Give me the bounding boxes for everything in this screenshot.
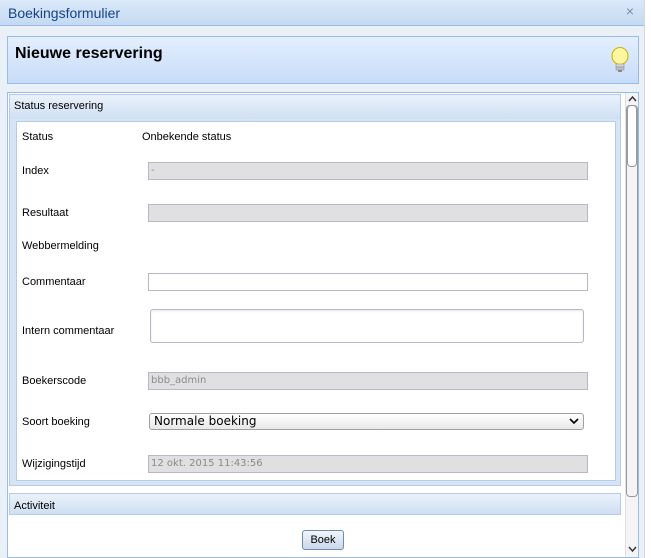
activiteit-fieldset-header[interactable]: Activiteit <box>9 493 621 515</box>
commentaar-label: Commentaar <box>22 276 86 288</box>
status-value: Onbekende status <box>142 131 232 143</box>
vertical-scrollbar[interactable] <box>625 93 638 557</box>
form-header: Nieuwe reservering <box>7 36 639 84</box>
lightbulb-icon[interactable] <box>610 47 630 75</box>
status-fieldset-body: Status Onbekende status Index - Resultaa… <box>16 121 616 481</box>
index-field[interactable]: - <box>148 162 588 180</box>
form-content: Status reservering Status Onbekende stat… <box>7 92 639 558</box>
window-titlebar: Boekingsformulier × <box>0 0 644 26</box>
status-fieldset: Status reservering Status Onbekende stat… <box>9 94 621 486</box>
scroll-thumb[interactable] <box>627 105 637 167</box>
boekerscode-field[interactable]: bbb_admin <box>148 372 588 390</box>
index-label: Index <box>22 165 49 177</box>
boek-button[interactable]: Boek <box>302 530 344 550</box>
soort-boeking-select[interactable]: Normale boeking <box>149 413 584 430</box>
wijzigingstijd-label: Wijzigingstijd <box>22 458 86 470</box>
wijzigingstijd-field[interactable]: 12 okt. 2015 11:43:56 <box>148 455 588 473</box>
intern-commentaar-textarea[interactable] <box>150 309 584 343</box>
scroll-down-icon[interactable] <box>626 543 639 555</box>
status-fieldset-header[interactable]: Status reservering <box>10 95 620 119</box>
resultaat-field[interactable] <box>148 204 588 222</box>
resultaat-label: Resultaat <box>22 207 69 219</box>
activiteit-title: Activiteit <box>14 500 55 512</box>
scroll-up-icon[interactable] <box>626 93 639 105</box>
window-body: Nieuwe reservering Status reservering St… <box>0 26 644 558</box>
window-title: Boekingsformulier <box>8 5 121 21</box>
intern-commentaar-label: Intern commentaar <box>22 325 115 337</box>
chevron-down-icon <box>569 418 579 425</box>
status-label: Status <box>22 131 54 143</box>
commentaar-field[interactable] <box>148 273 588 291</box>
boekerscode-label: Boekerscode <box>22 375 87 387</box>
background-strip <box>644 0 651 558</box>
page-title: Nieuwe reservering <box>15 45 163 62</box>
soort-boeking-selected: Normale boeking <box>154 414 257 428</box>
webbermelding-label: Webbermelding <box>22 240 99 252</box>
status-fieldset-title: Status reservering <box>14 100 104 112</box>
close-icon[interactable]: × <box>622 3 638 19</box>
soort-boeking-label: Soort boeking <box>22 416 90 428</box>
